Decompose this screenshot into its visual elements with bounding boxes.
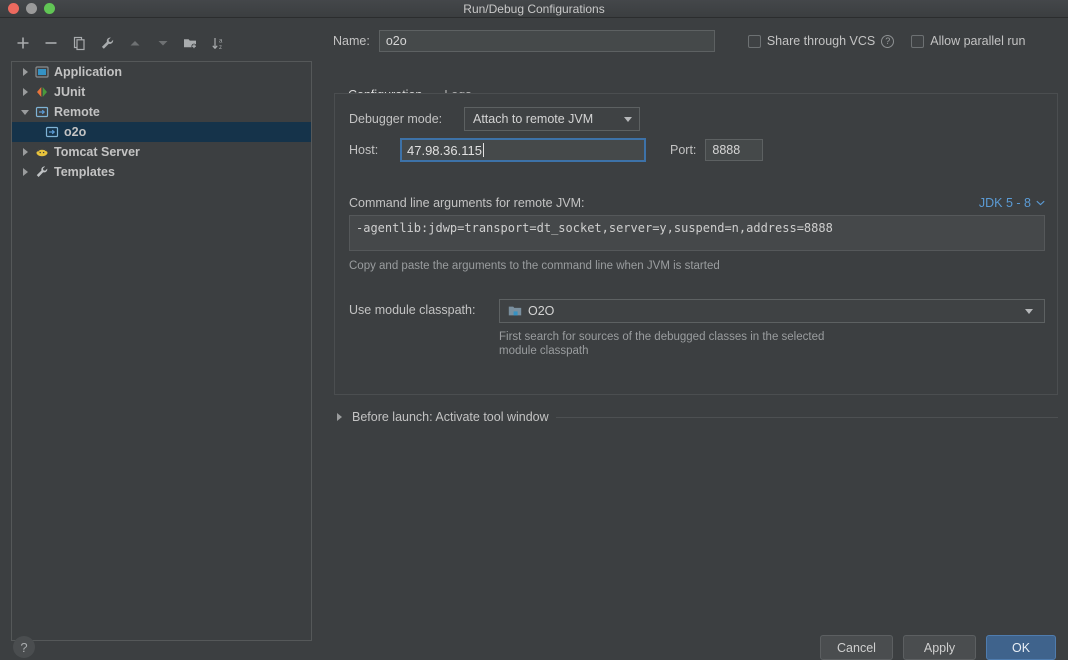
dialog-buttons: Cancel Apply OK [820,635,1056,660]
debugger-mode-value: Attach to remote JVM [473,112,594,126]
allow-parallel-run-checkbox[interactable]: Allow parallel run [911,34,1025,48]
configuration-panel: Debugger mode: Attach to remote JVM Host… [334,93,1058,395]
checkbox-box[interactable] [911,34,925,48]
configuration-editor-pane: Name: o2o Share through VCS ? Allow para… [323,18,1068,660]
expand-arrow-icon[interactable] [18,88,32,96]
command-line-arguments-textarea[interactable]: -agentlib:jdwp=transport=dt_socket,serve… [349,215,1045,251]
tomcat-icon [32,145,52,159]
copy-button[interactable] [66,31,92,55]
remote-icon [32,105,52,119]
tree-toolbar: a z [10,30,310,56]
debugger-mode-label: Debugger mode: [349,112,443,126]
tree-item-label: Tomcat Server [54,145,140,159]
module-hint-line-2: module classpath [499,345,589,357]
new-folder-button[interactable] [178,31,204,55]
chevron-down-icon [1036,200,1045,206]
run-configurations-tree[interactable]: Application JUnit Remote o2o Tomcat Serv… [11,61,312,641]
expand-arrow-icon[interactable] [18,168,32,176]
add-button[interactable] [10,31,36,55]
tree-item-templates[interactable]: Templates [12,162,311,182]
remote-icon [42,125,62,139]
host-input[interactable]: 47.98.36.115 [400,138,646,162]
tree-item-label: JUnit [54,85,86,99]
host-port-row: Host: 47.98.36.115 Port: 8888 [349,138,764,162]
name-input[interactable]: o2o [378,30,715,52]
remove-button[interactable] [38,31,64,55]
args-label-row: Command line arguments for remote JVM: J… [349,196,1045,210]
host-value: 47.98.36.115 [407,142,482,158]
svg-text:z: z [219,45,222,51]
move-up-button[interactable] [122,31,148,55]
tree-item-tomcat-server[interactable]: Tomcat Server [12,142,311,162]
jdk-version-label: JDK 5 - 8 [978,196,1031,210]
module-classpath-hint: First search for sources of the debugged… [499,330,824,358]
port-label: Port: [670,143,697,157]
before-launch-label: Before launch: Activate tool window [352,410,549,424]
move-down-button[interactable] [150,31,176,55]
debugger-mode-select[interactable]: Attach to remote JVM [464,107,640,131]
jdk-version-selector[interactable]: JDK 5 - 8 [979,196,1045,210]
command-line-arguments-label: Command line arguments for remote JVM: [349,196,585,210]
debugger-mode-row: Debugger mode: Attach to remote JVM [349,107,640,131]
tree-item-label: Application [54,65,123,79]
module-classpath-label-wrap: Use module classpath: [349,303,475,317]
args-hint: Copy and paste the arguments to the comm… [349,260,720,272]
chevron-down-icon[interactable] [1018,308,1040,314]
help-icon[interactable]: ? [881,34,895,48]
tree-item-label: o2o [64,125,87,139]
allow-parallel-run-label: Allow parallel run [930,34,1026,48]
share-through-vcs-label: Share through VCS [766,34,876,48]
sort-button[interactable]: a z [206,31,232,55]
tree-item-label: Remote [54,105,100,119]
tree-item-o2o[interactable]: o2o [12,122,311,142]
expand-arrow-icon[interactable] [18,148,32,156]
help-button[interactable]: ? [13,636,35,658]
ok-button[interactable]: OK [986,635,1056,660]
tree-item-application[interactable]: Application [12,62,311,82]
edit-templates-button[interactable] [94,31,120,55]
wrench-icon [32,165,52,179]
name-row: Name: o2o Share through VCS ? Allow para… [333,30,1058,52]
tree-item-remote[interactable]: Remote [12,102,311,122]
port-input[interactable]: 8888 [705,139,764,161]
module-hint-line-1: First search for sources of the debugged… [499,331,825,343]
expand-arrow-icon[interactable] [18,68,32,76]
apply-button[interactable]: Apply [903,635,976,660]
text-caret [482,143,484,157]
before-launch-section[interactable]: Before launch: Activate tool window [333,408,1058,426]
collapse-arrow-icon[interactable] [18,109,32,115]
host-label: Host: [349,143,379,157]
tree-item-label: Templates [54,165,115,179]
expand-arrow-icon[interactable] [333,413,345,421]
window-title: Run/Debug Configurations [463,1,605,16]
cancel-button[interactable]: Cancel [820,635,893,660]
share-through-vcs-checkbox[interactable]: Share through VCS ? [747,34,895,48]
checkbox-box[interactable] [747,34,761,48]
module-classpath-value: O2O [528,304,555,318]
section-divider [555,416,1058,418]
configurations-tree-pane: a z Application JUnit Remote o2o Tomcat … [0,18,323,660]
module-icon [508,304,522,318]
junit-icon [32,85,52,99]
tree-item-junit[interactable]: JUnit [12,82,311,102]
use-module-classpath-label: Use module classpath: [349,303,476,317]
application-icon [32,65,52,79]
name-label: Name: [333,34,370,48]
window-title-bar: Run/Debug Configurations [0,0,1068,18]
module-classpath-select[interactable]: O2O [499,299,1045,323]
chevron-down-icon[interactable] [617,116,639,122]
svg-text:a: a [219,38,223,44]
